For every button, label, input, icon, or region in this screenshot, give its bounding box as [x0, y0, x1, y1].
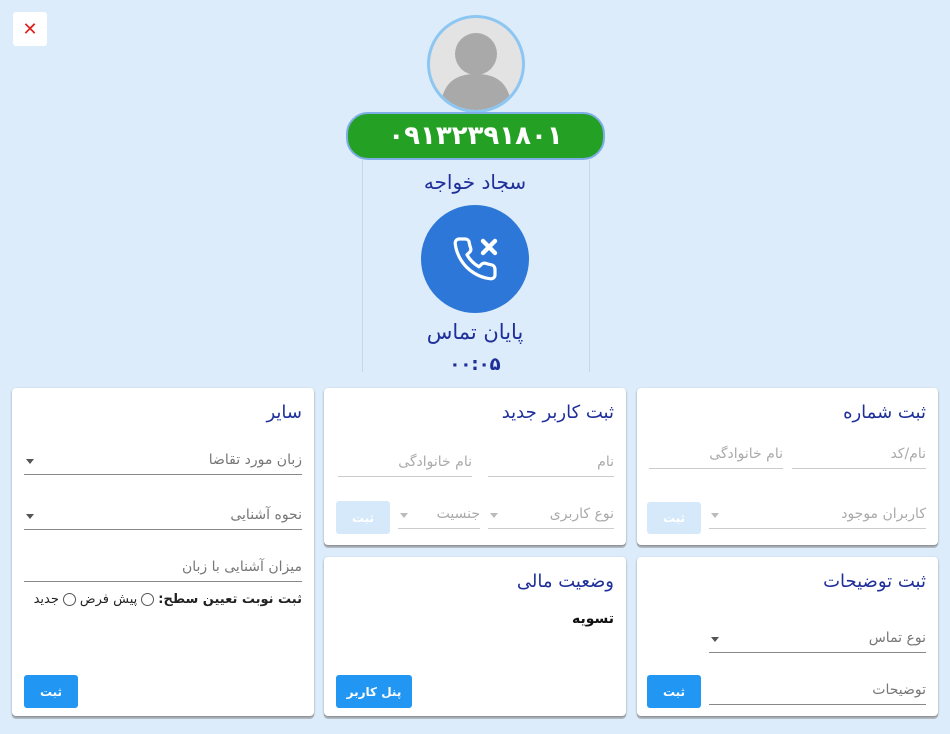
- other-card: سایر زبان مورد تقاضا نحوه آشنایی میزان آ…: [12, 388, 314, 716]
- chevron-down-icon: [26, 459, 34, 464]
- register-number-submit-button[interactable]: ثبت: [647, 502, 701, 534]
- register-number-card: ثبت شماره نام/کد نام خانوادگی کاربران مو…: [637, 388, 938, 545]
- existing-users-select[interactable]: کاربران موجود: [709, 502, 926, 529]
- radio-default[interactable]: [141, 593, 155, 606]
- call-timer: ۰۰:۰۵: [449, 354, 501, 375]
- phone-number-display: ۰۹۱۳۲۳۹۱۸۰۱: [346, 112, 605, 160]
- chevron-down-icon: [711, 637, 719, 642]
- language-select[interactable]: زبان مورد تقاضا: [24, 448, 302, 475]
- user-silhouette-icon: [440, 33, 512, 110]
- user-name-input[interactable]: نام: [488, 450, 614, 477]
- level-test-label: ثبت نوبت تعیین سطح:: [158, 592, 302, 607]
- chevron-down-icon: [26, 514, 34, 519]
- option-default-label: پیش فرض: [79, 592, 138, 607]
- name-code-input[interactable]: نام/کد: [792, 442, 926, 469]
- description-submit-button[interactable]: ثبت: [647, 675, 701, 708]
- close-button[interactable]: ✕: [13, 12, 47, 46]
- card-title: ثبت کاربر جدید: [501, 402, 614, 423]
- call-type-select[interactable]: نوع تماس: [709, 626, 926, 653]
- chevron-down-icon: [400, 513, 408, 518]
- end-call-button[interactable]: [421, 205, 529, 313]
- close-icon: ✕: [22, 18, 38, 40]
- description-card: ثبت توضیحات نوع تماس توضیحات ثبت: [637, 557, 938, 716]
- end-call-label: پایان تماس: [426, 320, 524, 344]
- chevron-down-icon: [490, 513, 498, 518]
- finance-status: تسویه: [571, 611, 614, 627]
- phone-number: ۰۹۱۳۲۳۹۱۸۰۱: [388, 121, 563, 151]
- acquaintance-select[interactable]: نحوه آشنایی: [24, 503, 302, 530]
- card-title: سایر: [266, 402, 302, 423]
- radio-new[interactable]: [62, 593, 76, 606]
- register-user-card: ثبت کاربر جدید نام نام خانوادگی نوع کارب…: [324, 388, 626, 545]
- phone-missed-icon: [453, 237, 498, 281]
- user-family-input[interactable]: نام خانوادگی: [338, 450, 472, 477]
- notes-input[interactable]: توضیحات: [709, 678, 926, 705]
- card-title: وضعیت مالی: [516, 571, 614, 592]
- caller-name: سجاد خواجه: [423, 170, 527, 194]
- chevron-down-icon: [711, 513, 719, 518]
- option-new-label: جدید: [33, 592, 59, 607]
- card-title: ثبت شماره: [843, 402, 926, 423]
- user-panel-button[interactable]: پنل کاربر: [336, 675, 412, 708]
- card-title: ثبت توضیحات: [823, 571, 926, 592]
- finance-card: وضعیت مالی تسویه پنل کاربر: [324, 557, 626, 716]
- familiarity-input[interactable]: میزان آشنایی با زبان: [24, 555, 302, 582]
- user-type-select[interactable]: نوع کاربری: [488, 502, 614, 529]
- level-test-options: ثبت نوبت تعیین سطح: پیش فرض جدید: [34, 592, 302, 607]
- gender-select[interactable]: جنسیت: [398, 502, 480, 529]
- family-input[interactable]: نام خانوادگی: [649, 442, 783, 469]
- other-submit-button[interactable]: ثبت: [24, 675, 78, 708]
- register-user-submit-button[interactable]: ثبت: [336, 501, 390, 534]
- avatar: [427, 15, 525, 113]
